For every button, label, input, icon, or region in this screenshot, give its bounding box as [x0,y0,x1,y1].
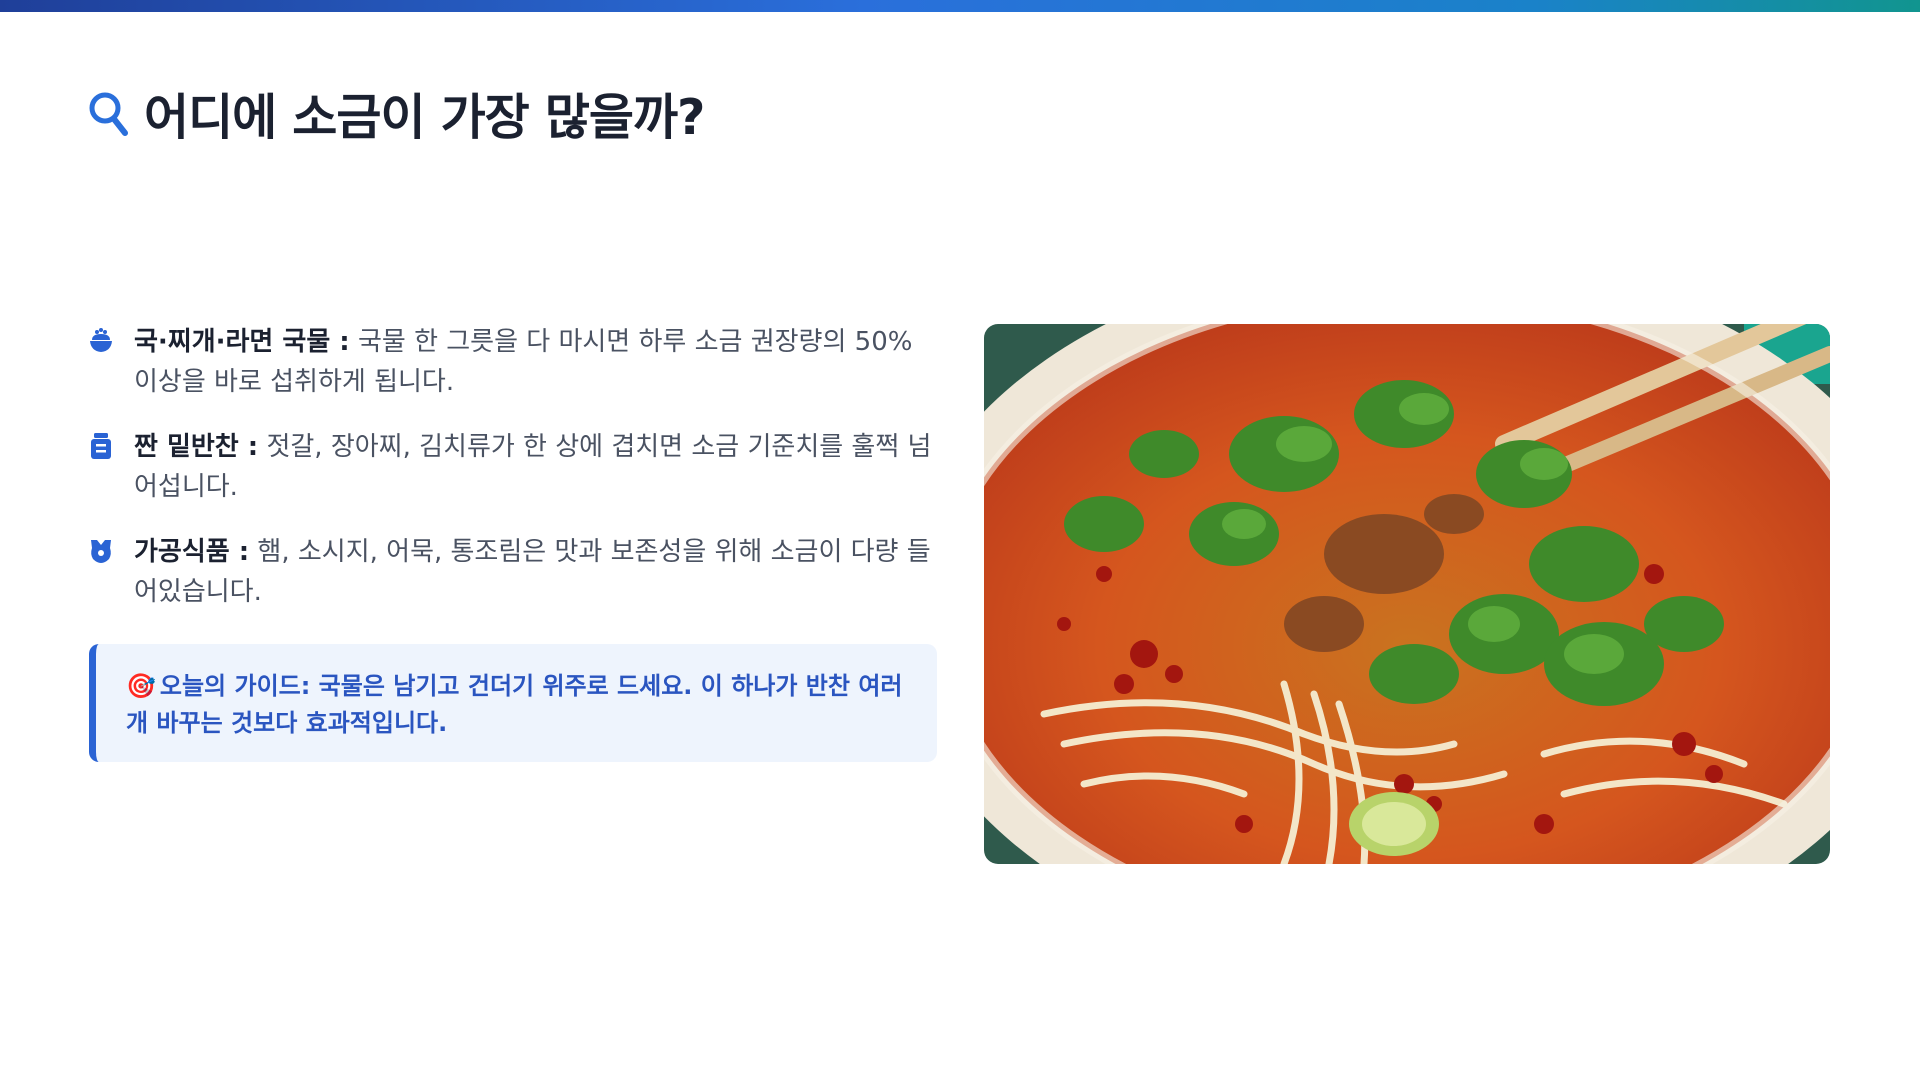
top-accent-bar [0,0,1920,12]
search-icon [89,92,128,136]
jar-icon [91,433,111,459]
page-title: 어디에 소금이 가장 많을까? [144,89,705,146]
rice-bowl-icon [90,328,112,352]
target-icon: 🎯 [126,672,156,700]
list-item: 짠 밑반찬 : 젓갈, 장아찌, 김치류가 한 상에 겹치면 소금 기준치를 훌… [88,427,938,507]
bullet-list: 국·찌개·라면 국물 : 국물 한 그릇을 다 마시면 하루 소금 권장량의 5… [88,322,938,637]
food-photo [984,324,1830,864]
can-icon [91,540,111,563]
noodle-soup-image [984,324,1830,864]
bullet-heading: 가공식품 : [134,537,250,567]
guide-text: 오늘의 가이드: 국물은 남기고 건더기 위주로 드세요. 이 하나가 반찬 여… [126,672,903,737]
guide-callout: 🎯 오늘의 가이드: 국물은 남기고 건더기 위주로 드세요. 이 하나가 반찬 … [89,644,937,762]
bullet-body: 햄, 소시지, 어묵, 통조림은 맛과 보존성을 위해 소금이 다량 들어있습니… [134,537,931,607]
list-item: 가공식품 : 햄, 소시지, 어묵, 통조림은 맛과 보존성을 위해 소금이 다… [88,532,938,612]
title-row: 어디에 소금이 가장 많을까? [88,78,705,149]
list-item: 국·찌개·라면 국물 : 국물 한 그릇을 다 마시면 하루 소금 권장량의 5… [88,322,938,402]
bullet-heading: 국·찌개·라면 국물 : [134,327,350,357]
bullet-heading: 짠 밑반찬 : [134,432,259,462]
